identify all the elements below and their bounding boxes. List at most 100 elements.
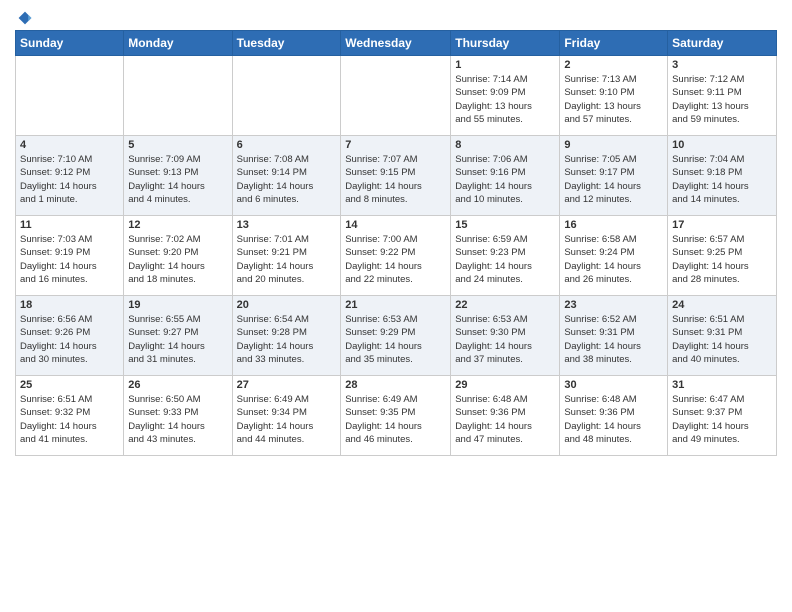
weekday-header-tuesday: Tuesday — [232, 31, 341, 56]
day-number: 15 — [455, 219, 555, 231]
day-number: 10 — [672, 139, 772, 151]
day-number: 2 — [564, 59, 663, 71]
day-info: Sunrise: 6:59 AM Sunset: 9:23 PM Dayligh… — [455, 233, 555, 286]
page: SundayMondayTuesdayWednesdayThursdayFrid… — [0, 0, 792, 612]
day-number: 30 — [564, 379, 663, 391]
day-number: 6 — [237, 139, 337, 151]
day-number: 24 — [672, 299, 772, 311]
day-number: 8 — [455, 139, 555, 151]
day-number: 29 — [455, 379, 555, 391]
calendar-cell: 29Sunrise: 6:48 AM Sunset: 9:36 PM Dayli… — [451, 376, 560, 456]
calendar-cell: 2 Sunrise: 7:13 AM Sunset: 9:10 PM Daylig… — [560, 56, 668, 136]
calendar-cell: 16Sunrise: 6:58 AM Sunset: 9:24 PM Dayli… — [560, 216, 668, 296]
day-info: Sunrise: 6:49 AM Sunset: 9:34 PM Dayligh… — [237, 393, 337, 446]
calendar-cell: 10 Sunrise: 7:04 AM Sunset: 9:18 PM Dayli… — [668, 136, 777, 216]
day-number: 3 — [672, 59, 772, 71]
weekday-header-monday: Monday — [124, 31, 232, 56]
calendar-week-row: 18 Sunrise: 6:56 AM Sunset: 9:26 PM Dayli… — [16, 296, 777, 376]
day-number: 27 — [237, 379, 337, 391]
day-number: 18 — [20, 299, 119, 311]
day-info: Sunrise: 6:53 AM Sunset: 9:29 PM Dayligh… — [345, 313, 446, 366]
logo — [15, 10, 33, 22]
day-info: Sunrise: 7:00 AM Sunset: 9:22 PM Dayligh… — [345, 233, 446, 286]
day-number: 28 — [345, 379, 446, 391]
day-number: 26 — [128, 379, 227, 391]
day-info: Sunrise: 6:52 AM Sunset: 9:31 PM Dayligh… — [564, 313, 663, 366]
calendar-cell: 9 Sunrise: 7:05 AM Sunset: 9:17 PM Daylig… — [560, 136, 668, 216]
day-info: Sunrise: 6:49 AM Sunset: 9:35 PM Dayligh… — [345, 393, 446, 446]
calendar-table: SundayMondayTuesdayWednesdayThursdayFrid… — [15, 30, 777, 456]
day-info: Sunrise: 7:01 AM Sunset: 9:21 PM Dayligh… — [237, 233, 337, 286]
day-number: 22 — [455, 299, 555, 311]
calendar-cell: 1 Sunrise: 7:14 AM Sunset: 9:09 PM Daylig… — [451, 56, 560, 136]
day-number: 9 — [564, 139, 663, 151]
calendar-cell: 13 Sunrise: 7:01 AM Sunset: 9:21 PM Dayli… — [232, 216, 341, 296]
calendar-cell: 18 Sunrise: 6:56 AM Sunset: 9:26 PM Dayli… — [16, 296, 124, 376]
day-info: Sunrise: 7:08 AM Sunset: 9:14 PM Dayligh… — [237, 153, 337, 206]
day-info: Sunrise: 6:51 AM Sunset: 9:32 PM Dayligh… — [20, 393, 119, 446]
day-info: Sunrise: 6:53 AM Sunset: 9:30 PM Dayligh… — [455, 313, 555, 366]
calendar-cell: 12Sunrise: 7:02 AM Sunset: 9:20 PM Dayli… — [124, 216, 232, 296]
calendar-cell: 11 Sunrise: 7:03 AM Sunset: 9:19 PM Dayli… — [16, 216, 124, 296]
weekday-header-friday: Friday — [560, 31, 668, 56]
day-number: 23 — [564, 299, 663, 311]
calendar-header-row: SundayMondayTuesdayWednesdayThursdayFrid… — [16, 31, 777, 56]
day-number: 5 — [128, 139, 227, 151]
calendar-week-row: 25 Sunrise: 6:51 AM Sunset: 9:32 PM Dayli… — [16, 376, 777, 456]
day-info: Sunrise: 6:47 AM Sunset: 9:37 PM Dayligh… — [672, 393, 772, 446]
day-number: 25 — [20, 379, 119, 391]
calendar-cell: 4 Sunrise: 7:10 AM Sunset: 9:12 PM Daylig… — [16, 136, 124, 216]
calendar-cell: 5Sunrise: 7:09 AM Sunset: 9:13 PM Daylig… — [124, 136, 232, 216]
day-number: 1 — [455, 59, 555, 71]
calendar-cell — [341, 56, 451, 136]
day-info: Sunrise: 6:51 AM Sunset: 9:31 PM Dayligh… — [672, 313, 772, 366]
day-number: 4 — [20, 139, 119, 151]
day-number: 7 — [345, 139, 446, 151]
day-number: 11 — [20, 219, 119, 231]
calendar-cell: 19Sunrise: 6:55 AM Sunset: 9:27 PM Dayli… — [124, 296, 232, 376]
day-number: 13 — [237, 219, 337, 231]
day-info: Sunrise: 7:14 AM Sunset: 9:09 PM Dayligh… — [455, 73, 555, 126]
calendar-cell: 31 Sunrise: 6:47 AM Sunset: 9:37 PM Dayli… — [668, 376, 777, 456]
calendar-cell: 14 Sunrise: 7:00 AM Sunset: 9:22 PM Dayli… — [341, 216, 451, 296]
day-number: 16 — [564, 219, 663, 231]
calendar-cell: 21 Sunrise: 6:53 AM Sunset: 9:29 PM Dayli… — [341, 296, 451, 376]
day-number: 17 — [672, 219, 772, 231]
calendar-cell — [16, 56, 124, 136]
day-info: Sunrise: 7:02 AM Sunset: 9:20 PM Dayligh… — [128, 233, 227, 286]
day-info: Sunrise: 7:07 AM Sunset: 9:15 PM Dayligh… — [345, 153, 446, 206]
calendar-week-row: 4 Sunrise: 7:10 AM Sunset: 9:12 PM Daylig… — [16, 136, 777, 216]
weekday-header-saturday: Saturday — [668, 31, 777, 56]
calendar-cell: 7 Sunrise: 7:07 AM Sunset: 9:15 PM Daylig… — [341, 136, 451, 216]
day-info: Sunrise: 7:13 AM Sunset: 9:10 PM Dayligh… — [564, 73, 663, 126]
day-info: Sunrise: 7:04 AM Sunset: 9:18 PM Dayligh… — [672, 153, 772, 206]
day-number: 31 — [672, 379, 772, 391]
day-info: Sunrise: 7:10 AM Sunset: 9:12 PM Dayligh… — [20, 153, 119, 206]
day-info: Sunrise: 6:50 AM Sunset: 9:33 PM Dayligh… — [128, 393, 227, 446]
calendar-cell: 17 Sunrise: 6:57 AM Sunset: 9:25 PM Dayli… — [668, 216, 777, 296]
day-number: 20 — [237, 299, 337, 311]
calendar-cell: 25 Sunrise: 6:51 AM Sunset: 9:32 PM Dayli… — [16, 376, 124, 456]
calendar-cell: 15 Sunrise: 6:59 AM Sunset: 9:23 PM Dayli… — [451, 216, 560, 296]
day-info: Sunrise: 6:56 AM Sunset: 9:26 PM Dayligh… — [20, 313, 119, 366]
day-info: Sunrise: 7:03 AM Sunset: 9:19 PM Dayligh… — [20, 233, 119, 286]
calendar-cell: 6 Sunrise: 7:08 AM Sunset: 9:14 PM Daylig… — [232, 136, 341, 216]
day-info: Sunrise: 6:54 AM Sunset: 9:28 PM Dayligh… — [237, 313, 337, 366]
calendar-cell: 3Sunrise: 7:12 AM Sunset: 9:11 PM Daylig… — [668, 56, 777, 136]
calendar-week-row: 11 Sunrise: 7:03 AM Sunset: 9:19 PM Dayli… — [16, 216, 777, 296]
day-info: Sunrise: 7:06 AM Sunset: 9:16 PM Dayligh… — [455, 153, 555, 206]
header — [15, 10, 777, 22]
day-info: Sunrise: 6:48 AM Sunset: 9:36 PM Dayligh… — [564, 393, 663, 446]
day-number: 21 — [345, 299, 446, 311]
calendar-cell: 8 Sunrise: 7:06 AM Sunset: 9:16 PM Daylig… — [451, 136, 560, 216]
calendar-cell: 27 Sunrise: 6:49 AM Sunset: 9:34 PM Dayli… — [232, 376, 341, 456]
calendar-cell — [124, 56, 232, 136]
calendar-cell: 30 Sunrise: 6:48 AM Sunset: 9:36 PM Dayli… — [560, 376, 668, 456]
day-number: 14 — [345, 219, 446, 231]
day-info: Sunrise: 7:05 AM Sunset: 9:17 PM Dayligh… — [564, 153, 663, 206]
calendar-cell: 24 Sunrise: 6:51 AM Sunset: 9:31 PM Dayli… — [668, 296, 777, 376]
logo-icon — [17, 10, 33, 26]
calendar-cell: 23 Sunrise: 6:52 AM Sunset: 9:31 PM Dayli… — [560, 296, 668, 376]
day-info: Sunrise: 6:55 AM Sunset: 9:27 PM Dayligh… — [128, 313, 227, 366]
day-info: Sunrise: 6:57 AM Sunset: 9:25 PM Dayligh… — [672, 233, 772, 286]
